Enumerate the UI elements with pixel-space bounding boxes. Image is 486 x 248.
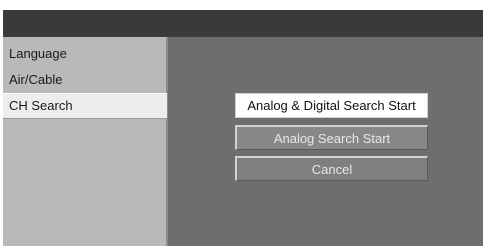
button-label: Cancel xyxy=(311,162,353,177)
sidebar-item-air-cable[interactable]: Air/Cable xyxy=(3,67,168,93)
analog-digital-search-start-button[interactable]: Analog & Digital Search Start xyxy=(235,93,428,118)
sidebar-item-label: Air/Cable xyxy=(9,72,63,87)
sidebar-item-language[interactable]: Language xyxy=(3,41,168,67)
sidebar-menu: Language Air/Cable CH Search xyxy=(3,37,168,246)
sidebar-item-ch-search[interactable]: CH Search xyxy=(3,93,167,119)
tv-menu-window: Language Air/Cable CH Search Analog & Di… xyxy=(3,10,483,246)
main-panel: Analog & Digital Search Start Analog Sea… xyxy=(168,37,483,246)
button-label: Analog Search Start xyxy=(273,131,391,146)
sidebar-item-label: CH Search xyxy=(9,98,73,113)
button-label: Analog & Digital Search Start xyxy=(247,98,416,113)
header-bar xyxy=(3,10,483,37)
sidebar-item-label: Language xyxy=(9,46,67,61)
cancel-button[interactable]: Cancel xyxy=(235,156,428,181)
analog-search-start-button[interactable]: Analog Search Start xyxy=(235,125,428,150)
